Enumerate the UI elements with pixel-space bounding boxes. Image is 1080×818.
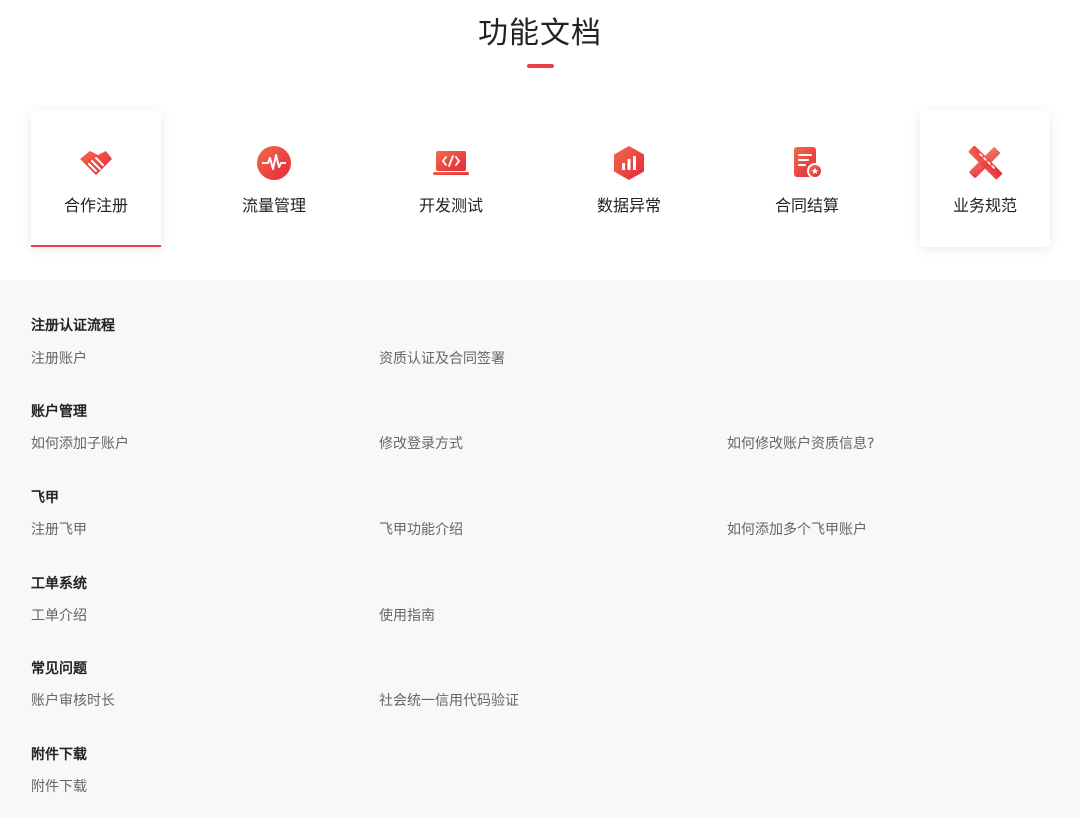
doc-link[interactable]: 账户审核时长 <box>31 690 115 710</box>
doc-link[interactable]: 资质认证及合同签署 <box>379 348 505 368</box>
doc-link[interactable]: 附件下载 <box>31 776 87 796</box>
section-title: 常见问题 <box>31 661 87 677</box>
doc-link[interactable]: 如何添加子账户 <box>31 433 129 453</box>
section-title: 附件下载 <box>31 747 87 763</box>
handshake-icon <box>80 151 112 175</box>
tab-label: 合作注册 <box>63 196 128 215</box>
doc-link[interactable]: 注册账户 <box>31 348 87 368</box>
pulse-icon <box>257 146 291 180</box>
doc-link[interactable]: 飞甲功能介绍 <box>379 519 463 539</box>
title-underline <box>527 64 554 68</box>
doc-link[interactable]: 修改登录方式 <box>379 433 463 453</box>
doc-links-panel: 注册认证流程 注册账户 资质认证及合同签署 账户管理 如何添加子账户 修改登录方… <box>0 280 1080 818</box>
section-title: 账户管理 <box>31 404 87 420</box>
bar-chart-hexagon-icon <box>614 146 644 180</box>
code-laptop-icon <box>433 151 469 175</box>
section-title: 飞甲 <box>31 490 59 506</box>
contract-icon <box>794 147 823 179</box>
tab-label: 数据异常 <box>596 196 661 215</box>
tab-contract-settlement[interactable]: 合同结算 <box>742 111 872 247</box>
doc-link[interactable]: 如何修改账户资质信息? <box>727 433 874 453</box>
page-title: 功能文档 <box>478 16 602 51</box>
pencil-ruler-icon <box>968 145 1003 180</box>
section-title: 工单系统 <box>31 576 87 592</box>
tab-label: 开发测试 <box>418 196 483 215</box>
tab-business-standards[interactable]: 业务规范 <box>920 111 1050 247</box>
tab-cooperation-registration[interactable]: 合作注册 <box>31 111 161 247</box>
doc-link[interactable]: 如何添加多个飞甲账户 <box>727 519 867 539</box>
tab-label: 合同结算 <box>774 196 839 215</box>
section-title: 注册认证流程 <box>31 318 115 334</box>
doc-link[interactable]: 注册飞甲 <box>31 519 87 539</box>
doc-link[interactable]: 使用指南 <box>379 605 435 625</box>
tab-label: 业务规范 <box>952 196 1017 215</box>
tab-traffic-management[interactable]: 流量管理 <box>209 111 339 247</box>
tab-data-anomaly[interactable]: 数据异常 <box>564 111 694 247</box>
tab-label: 流量管理 <box>241 196 306 215</box>
header-area: 功能文档 合作注册 流量管理 开发测试 数据异常 合同结算 业务规范 <box>0 0 1080 280</box>
tab-dev-testing[interactable]: 开发测试 <box>386 111 516 247</box>
doc-link[interactable]: 工单介绍 <box>31 605 87 625</box>
doc-link[interactable]: 社会统一信用代码验证 <box>379 690 519 710</box>
